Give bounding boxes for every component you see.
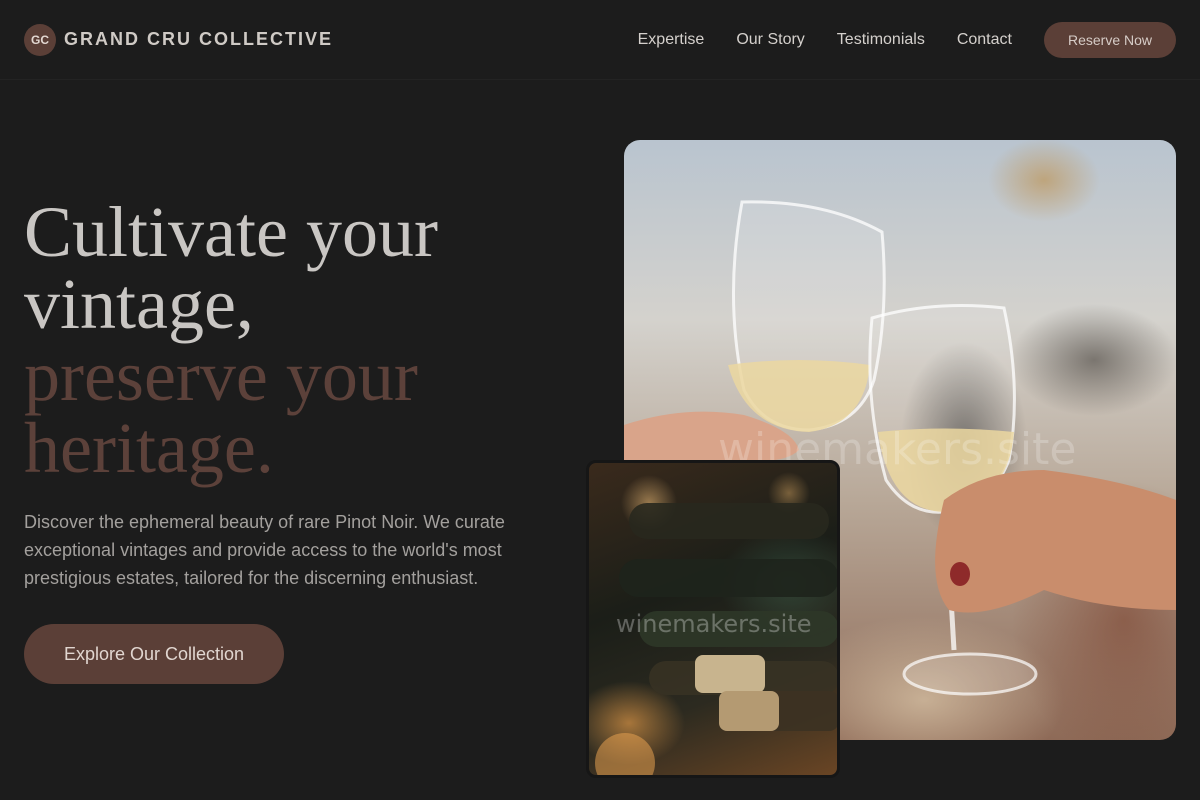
- hero-title-accent-line-1: preserve your: [24, 336, 418, 416]
- explore-collection-button[interactable]: Explore Our Collection: [24, 624, 284, 684]
- nav-link-testimonials[interactable]: Testimonials: [837, 31, 925, 49]
- reserve-now-button[interactable]: Reserve Now: [1043, 21, 1176, 58]
- hero-description: Discover the ephemeral beauty of rare Pi…: [24, 512, 505, 588]
- wine-bottles-image: [586, 460, 840, 778]
- nav-link-our-story[interactable]: Our Story: [736, 31, 804, 49]
- nav-link-expertise[interactable]: Expertise: [638, 31, 705, 49]
- hero-title-line-2: vintage,: [24, 264, 254, 344]
- top-navigation: GC GRAND CRU COLLECTIVE Expertise Our St…: [0, 0, 1200, 80]
- brand-logo-link[interactable]: GC GRAND CRU COLLECTIVE: [24, 23, 333, 56]
- hero-title: Cultivate your vintage, preserve your he…: [24, 196, 544, 484]
- logo-badge-icon: GC: [24, 23, 56, 56]
- brand-name: GRAND CRU COLLECTIVE: [64, 29, 333, 49]
- nav-link-contact[interactable]: Contact: [957, 31, 1012, 49]
- wine-bottles-illustration: [595, 503, 837, 775]
- hero-title-line-1: Cultivate your: [24, 192, 438, 272]
- hero-title-accent-line-2: heritage.: [24, 408, 274, 488]
- nav-links: Expertise Our Story Testimonials Contact…: [638, 21, 1176, 58]
